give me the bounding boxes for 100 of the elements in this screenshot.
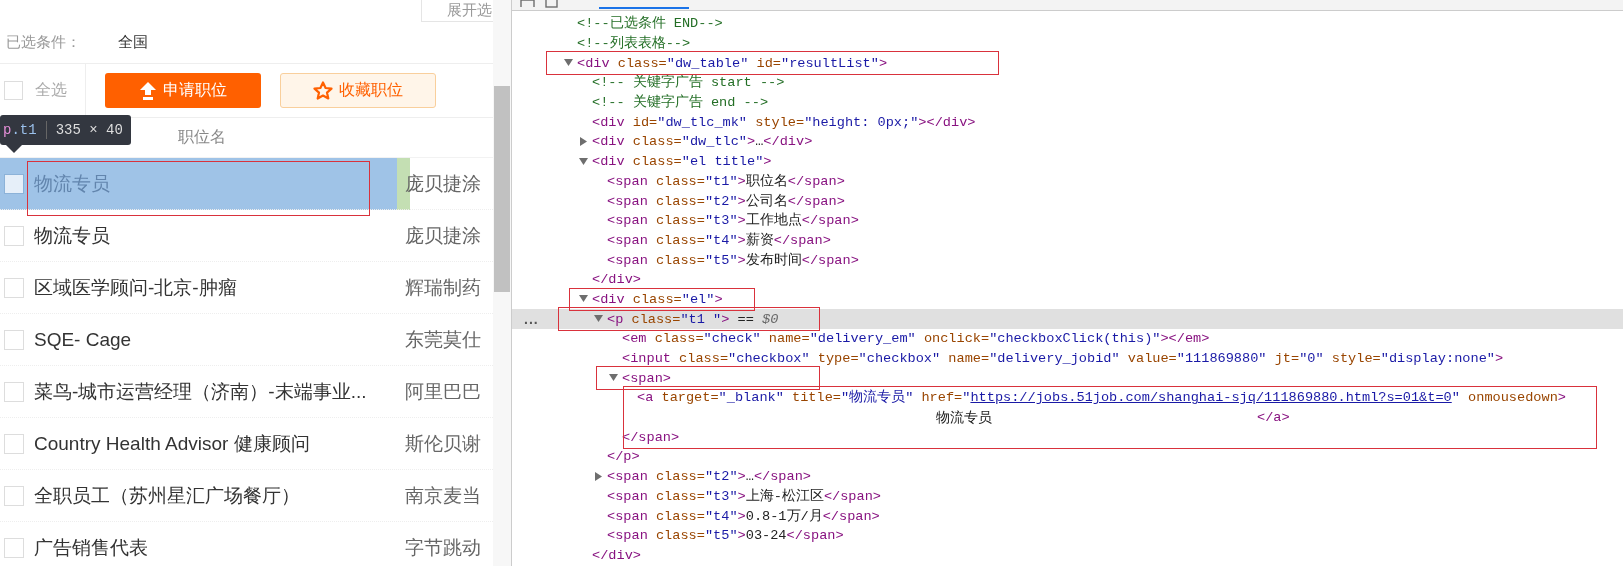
checkbox[interactable] xyxy=(4,381,24,402)
code-line: <em class="check" name="delivery_em" onclick="checkboxClick(this)"></em> xyxy=(622,331,1210,347)
code-line: <span class="t1">职位名</span> xyxy=(607,173,845,189)
tree-row[interactable]: <em class="check" name="delivery_em" onclick="checkboxClick(this)"></em> xyxy=(512,329,1623,349)
company-name: 庞贝捷涂 xyxy=(405,171,481,196)
checkbox[interactable] xyxy=(4,225,24,246)
table-row[interactable]: 菜鸟-城市运营经理（济南）-末端事业... 阿里巴巴 xyxy=(0,366,493,418)
tree-row[interactable]: <!--列表表格--> xyxy=(512,33,1623,54)
tree-row[interactable]: <div id="dw_tlc_mk" style="height: 0px;"></div> xyxy=(512,112,1623,133)
company-name: 庞贝捷涂 xyxy=(405,223,481,248)
tree-row[interactable]: <input class="checkbox" type="checkbox" name="delivery_jobid" value="111869880" jt="0" style="display:none"> xyxy=(512,348,1623,369)
html-comment: <!--已选条件 END--> xyxy=(577,16,723,32)
code-line: <span class="t5">03-24</span> xyxy=(607,528,844,544)
checkbox[interactable] xyxy=(4,485,24,506)
code-line: </a> xyxy=(1257,410,1290,426)
star-icon xyxy=(313,81,333,100)
job-title-link[interactable]: SQE- Cage xyxy=(34,328,405,351)
inspect-icon xyxy=(520,0,535,8)
tree-row[interactable]: <span class="t5">发布时间</span> xyxy=(512,250,1623,270)
code-line: <div class="el title"> xyxy=(592,154,772,170)
html-comment: <!-- 关键字广告 end --> xyxy=(592,95,769,111)
collapsed-triangle-icon[interactable] xyxy=(594,471,604,482)
expanded-triangle-icon[interactable] xyxy=(609,373,619,384)
scrollbar-thumb[interactable] xyxy=(494,86,510,292)
job-title-link[interactable]: Country Health Advisor 健康顾问 xyxy=(34,430,405,457)
device-toolbar-icon xyxy=(545,0,558,8)
code-line: </div> xyxy=(592,272,641,288)
checkbox[interactable] xyxy=(4,277,24,298)
column-header: 职位名 xyxy=(178,127,226,147)
job-title-link[interactable]: 全职员工（苏州星汇广场餐厅） xyxy=(34,482,405,509)
code-line: <span class="t3">工作地点</span> xyxy=(607,213,859,229)
tree-row[interactable]: <span class="t3">工作地点</span> xyxy=(512,210,1623,231)
company-name: 斯伦贝谢 xyxy=(405,431,481,456)
tree-row[interactable]: <div class="el"> xyxy=(512,289,1623,310)
expanded-triangle-icon[interactable] xyxy=(594,314,604,325)
tree-row[interactable]: <span class="t5">03-24</span> xyxy=(512,525,1623,546)
company-name: 阿里巴巴 xyxy=(405,379,481,404)
code-line: <span class="t5">发布时间</span> xyxy=(607,252,859,268)
upload-icon xyxy=(139,81,157,100)
table-row[interactable]: 全职员工（苏州星汇广场餐厅） 南京麦当 xyxy=(0,470,493,522)
tree-row[interactable]: <span class="t1">职位名</span> xyxy=(512,171,1623,192)
company-name: 辉瑞制药 xyxy=(405,275,481,300)
tree-row[interactable]: <div class="el title"> xyxy=(512,151,1623,172)
table-row[interactable]: 物流专员 庞贝捷涂 xyxy=(0,210,493,262)
expanded-triangle-icon[interactable] xyxy=(564,58,574,69)
code-line: <span class="t4">薪资</span> xyxy=(607,232,831,248)
code-line: <input class="checkbox" type="checkbox" name="delivery_jobid" value="111869880" jt="0" style="display:none"> xyxy=(622,351,1504,367)
tree-row[interactable]: <span class="t3">上海-松江区</span> xyxy=(512,486,1623,507)
checkbox[interactable] xyxy=(4,329,24,350)
code-line: <span class="t4">0.8-1万/月</span> xyxy=(607,508,880,524)
url-link[interactable]: https://jobs.51job.com/shanghai-sjq/111869880.html?s=01&t=0 xyxy=(970,390,1452,406)
company-name: 南京麦当 xyxy=(405,483,481,508)
tree-row[interactable]: <div class="dw_table" id="resultList"> xyxy=(512,53,1623,74)
code-line: </p> xyxy=(607,449,640,465)
job-title-link[interactable]: 广告销售代表 xyxy=(34,534,405,561)
code-line: <span> xyxy=(622,370,671,386)
element-size: 335 × 40 xyxy=(55,122,123,138)
collapsed-triangle-icon[interactable] xyxy=(579,136,589,147)
tree-row[interactable]: <span class="t4">薪资</span> xyxy=(512,230,1623,251)
more-menu-icon[interactable]: ... xyxy=(524,311,539,327)
company-name: 字节跳动 xyxy=(405,535,481,560)
table-row[interactable]: 物流专员 庞贝捷涂 xyxy=(0,158,493,210)
code-line: </div> xyxy=(592,547,641,563)
tree-row[interactable]: <div class="dw_tlc">…</div> xyxy=(512,132,1623,152)
tree-row[interactable]: ... <p class="t1 "> == $0 xyxy=(512,309,1623,329)
checkbox[interactable] xyxy=(4,433,24,454)
table-row[interactable]: 广告销售代表 字节跳动 xyxy=(0,522,493,566)
company-name: 东莞莫仕 xyxy=(405,327,481,352)
checkbox[interactable] xyxy=(4,173,24,194)
html-comment: <!--列表表格--> xyxy=(577,36,691,52)
checkbox[interactable] xyxy=(4,537,24,558)
code-line: <div class="el"> xyxy=(592,291,723,307)
table-row[interactable]: 区域医学顾问-北京-肿瘤 辉瑞制药 xyxy=(0,262,493,314)
table-row[interactable]: Country Health Advisor 健康顾问 斯伦贝谢 xyxy=(0,418,493,470)
tree-row[interactable]: <!-- 关键字广告 end --> xyxy=(512,92,1623,113)
tree-row[interactable]: <span class="t2">公司名</span> xyxy=(512,191,1623,211)
job-title-link[interactable]: 区域医学顾问-北京-肿瘤 xyxy=(34,274,405,301)
code-line: <a target="_blank" title="物流专员" href="https://jobs.51job.com/shanghai-sjq/111869880.html?s=01&t=0" onmousedown> xyxy=(637,390,1566,406)
expanded-triangle-icon[interactable] xyxy=(579,156,589,167)
element-selector: p.t1 xyxy=(3,122,37,138)
checkbox[interactable] xyxy=(4,81,23,100)
table-row[interactable]: SQE- Cage 东莞莫仕 xyxy=(0,314,493,366)
tree-row[interactable]: <span class="t2">…</span> xyxy=(512,466,1623,487)
code-line: <p class="t1 "> == $0 xyxy=(607,311,779,327)
tree-row[interactable]: <span class="t4">0.8-1万/月</span> xyxy=(512,506,1623,526)
element-text: 物流专员 xyxy=(936,410,992,426)
filter-value: 全国 xyxy=(118,33,148,52)
code-line: <div id="dw_tlc_mk" style="height: 0px;"></div> xyxy=(592,114,976,130)
tree-row[interactable]: <a target="_blank" title="物流专员" href="https://jobs.51job.com/shanghai-sjq/111869880.html?s=01&t=0" onmousedown> xyxy=(512,388,1623,408)
job-title-link[interactable]: 菜鸟-城市运营经理（济南）-末端事业... xyxy=(34,378,405,405)
job-title-link[interactable]: 物流专员 xyxy=(34,222,405,249)
tree-row[interactable]: <!--已选条件 END--> xyxy=(512,14,1623,34)
code-line: <div class="dw_tlc">…</div> xyxy=(592,134,813,150)
tree-row[interactable]: <span> xyxy=(512,368,1623,389)
filter-label: 已选条件： xyxy=(6,33,82,52)
code-line: <span class="t3">上海-松江区</span> xyxy=(607,488,881,504)
code-line: <div class="dw_table" id="resultList"> xyxy=(577,55,888,71)
code-line: <span class="t2">公司名</span> xyxy=(607,193,845,209)
code-line: <span class="t2">…</span> xyxy=(607,469,811,485)
expanded-triangle-icon[interactable] xyxy=(579,294,589,305)
